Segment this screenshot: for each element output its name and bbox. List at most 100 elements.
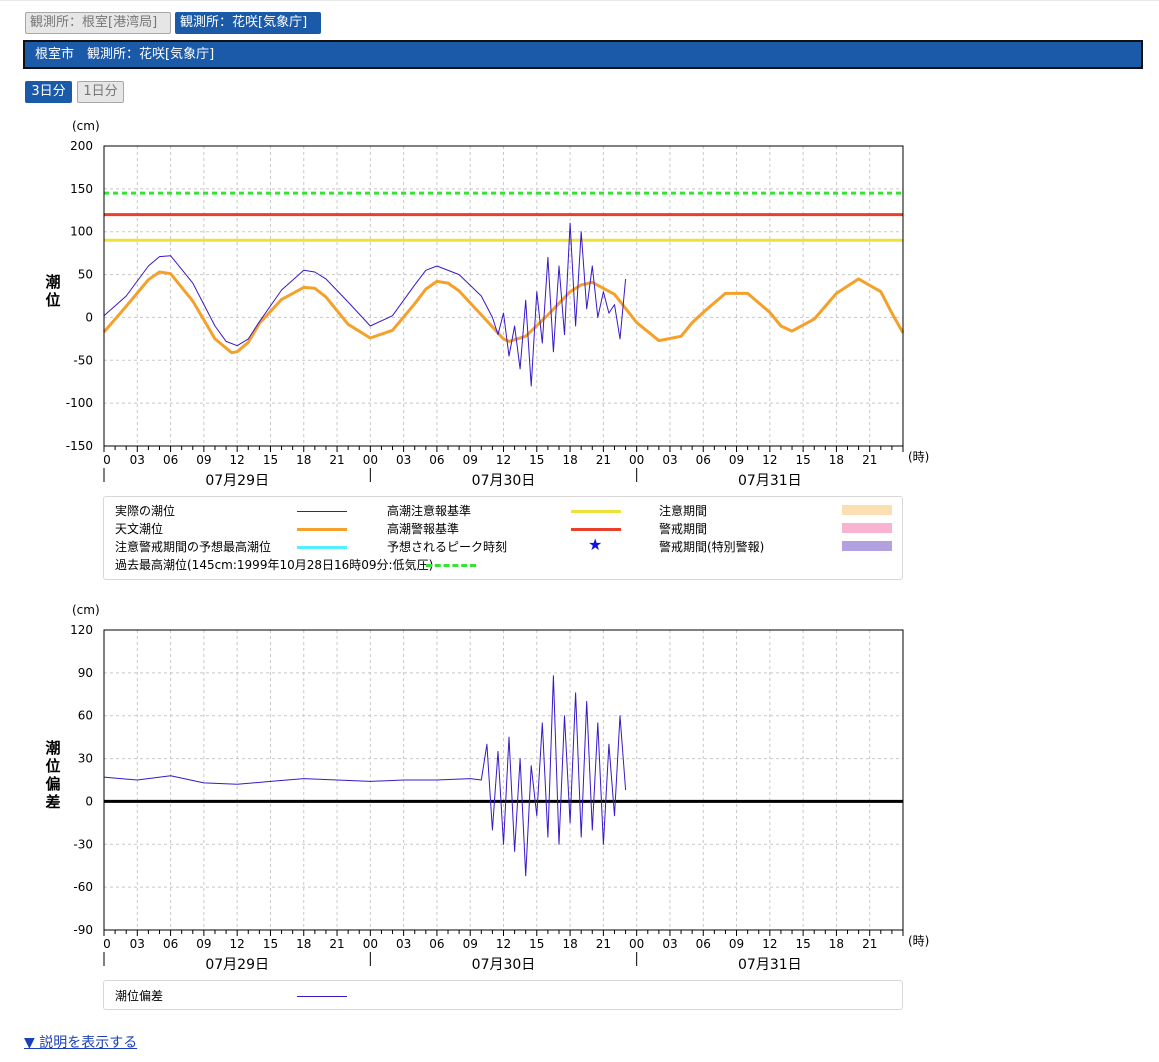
legend-caution-period-swatch: [842, 505, 892, 515]
x-hour-label: 06: [163, 453, 178, 467]
x-hour-label: 03: [662, 453, 677, 467]
x-hour-label: 21: [329, 937, 344, 951]
y-axis-title-char: 潮: [45, 739, 60, 757]
x-hour-label: 06: [429, 453, 444, 467]
x-hour-label: 12: [230, 453, 245, 467]
legend-astro-label: 天文潮位: [115, 522, 164, 536]
legend-historic-swatch: [426, 564, 476, 567]
y-tick-label: 90: [78, 666, 93, 680]
x-hour-label: 09: [729, 937, 744, 951]
x-hour-label: 15: [263, 453, 278, 467]
x-hour-label: 0: [103, 453, 111, 467]
x-hour-label: 09: [463, 937, 478, 951]
x-hour-label: 00: [363, 453, 378, 467]
x-hour-label: 21: [862, 453, 877, 467]
legend-deviation-label: 潮位偏差: [115, 989, 164, 1003]
x-hour-label: 03: [396, 453, 411, 467]
x-hour-label: 12: [762, 453, 777, 467]
x-hour-label: 06: [696, 453, 711, 467]
y-tick-label: 100: [70, 225, 93, 239]
legend-actual-swatch: [297, 511, 347, 512]
legend-special-period-label: 警戒期間(特別警報): [659, 540, 765, 554]
x-hour-label: 06: [163, 937, 178, 951]
x-hour-label: 12: [496, 937, 511, 951]
x-hour-label: 15: [795, 937, 810, 951]
x-hour-label: 09: [463, 453, 478, 467]
x-date-label: 07月29日: [205, 473, 269, 489]
y-axis-title-char: 位: [45, 291, 60, 309]
series-actual-tide: [103, 222, 627, 387]
legend-warning-std-swatch: [571, 528, 621, 531]
x-hour-label: 18: [296, 937, 311, 951]
x-hour-label: 12: [762, 937, 777, 951]
y-tick-label: 120: [70, 623, 93, 637]
y-tick-label: 0: [85, 310, 93, 324]
x-hour-label: 12: [230, 937, 245, 951]
y-axis-title-char: 差: [45, 793, 60, 811]
legend-astro-swatch: [297, 528, 347, 531]
y-axis-title-char: 偏: [45, 775, 60, 793]
deviation-chart: 1209060300-30-60-900 03 06 09 12 15 18 21 00 03 06…: [45, 603, 929, 973]
y-tick-label: -100: [66, 396, 93, 410]
x-hour-label: 03: [662, 937, 677, 951]
x-date-label: 07月29日: [205, 957, 269, 973]
legend-deviation-swatch: [297, 996, 347, 997]
x-hour-label: 15: [529, 937, 544, 951]
y-tick-label: 200: [70, 139, 93, 153]
x-hour-label: 00: [629, 453, 644, 467]
y-tick-label: -150: [66, 439, 93, 453]
x-date-label: 07月30日: [472, 957, 536, 973]
y-unit-label: (cm): [72, 119, 100, 133]
star-icon: ★: [588, 535, 603, 554]
x-unit-label: (時): [908, 450, 929, 464]
y-tick-label: 60: [78, 709, 93, 723]
x-hour-label: 12: [496, 453, 511, 467]
x-hour-label: 09: [196, 937, 211, 951]
y-unit-label: (cm): [72, 603, 100, 617]
legend-caution-period-label: 注意期間: [659, 504, 708, 518]
x-hour-label: 15: [795, 453, 810, 467]
legend-special-period-swatch: [842, 541, 892, 551]
legend-actual-label: 実際の潮位: [115, 504, 176, 518]
tide-chart: 200 150 100 50 0 -50 -100 -150 0 03 06 09 12 15 18 21 00…: [45, 119, 929, 489]
legend-warning-period-label: 警戒期間: [659, 522, 708, 536]
x-hour-label: 06: [429, 937, 444, 951]
x-date-label: 07月31日: [738, 473, 802, 489]
legend-forecast-swatch: [297, 546, 347, 549]
legend-peak-label: 予想されるピーク時刻: [387, 540, 508, 554]
x-hour-label: 21: [862, 937, 877, 951]
x-hour-label: 18: [296, 453, 311, 467]
show-explanation-link[interactable]: ▼ 説明を表示する: [24, 1032, 137, 1052]
y-tick-label: 150: [70, 182, 93, 196]
x-hour-label: 09: [196, 453, 211, 467]
x-hour-label: 18: [829, 453, 844, 467]
legend-historic-label: 過去最高潮位(145cm:1999年10月28日16時09分:低気圧): [115, 558, 434, 572]
x-hour-label: 0: [103, 937, 111, 951]
x-date-label: 07月30日: [472, 473, 536, 489]
x-hour-label: 03: [130, 937, 145, 951]
y-tick-label: -60: [73, 880, 93, 894]
x-hour-label: 18: [829, 937, 844, 951]
y-axis-title-char: 位: [45, 757, 60, 775]
x-hour-label: 21: [329, 453, 344, 467]
legend-warning-period-swatch: [842, 523, 892, 533]
legend-tide: 実際の潮位 天文潮位 注意警戒期間の予想最高潮位 過去最高潮位(145cm:19…: [103, 496, 903, 580]
x-hour-label: 15: [263, 937, 278, 951]
x-hour-label: 15: [529, 453, 544, 467]
x-hour-label: 21: [596, 453, 611, 467]
legend-caution-std-label: 高潮注意報基準: [387, 504, 472, 518]
legend-caution-std-swatch: [571, 510, 621, 513]
x-hour-label: 21: [596, 937, 611, 951]
x-hour-label: 00: [363, 937, 378, 951]
legend-warning-std-label: 高潮警報基準: [387, 522, 460, 536]
legend-deviation: 潮位偏差: [103, 980, 903, 1010]
x-hour-label: 03: [130, 453, 145, 467]
y-tick-label: -50: [73, 353, 93, 367]
y-axis-title-char: 潮: [45, 273, 60, 291]
x-hour-label: 06: [696, 937, 711, 951]
y-tick-label: -30: [73, 837, 93, 851]
x-date-label: 07月31日: [738, 957, 802, 973]
x-unit-label: (時): [908, 934, 929, 948]
x-hour-label: 18: [562, 937, 577, 951]
y-tick-label: 30: [78, 752, 93, 766]
